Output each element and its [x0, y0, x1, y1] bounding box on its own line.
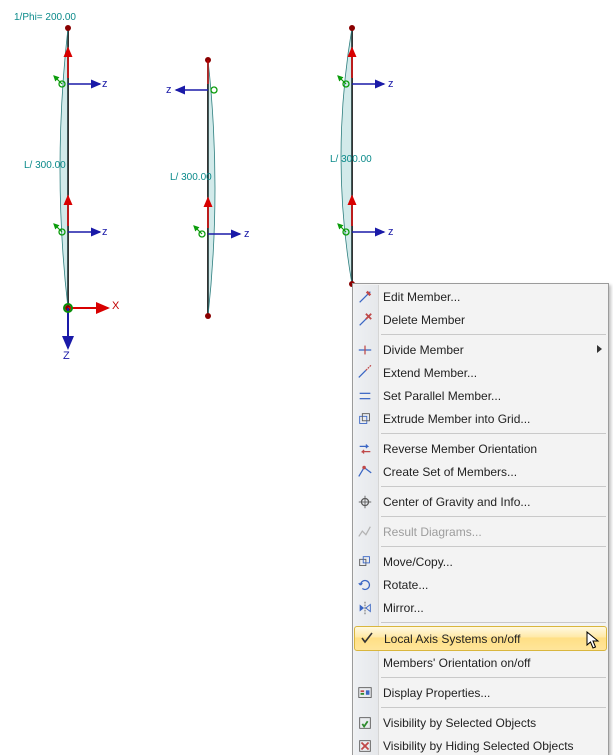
menu-item-extrude[interactable]: Extrude Member into Grid... — [353, 407, 608, 430]
displayprops-icon — [356, 684, 374, 702]
menu-separator — [381, 334, 606, 335]
divide-icon — [356, 341, 374, 359]
dim-label-l3: L/ 300.00 — [330, 154, 372, 165]
menu-item-label: Visibility by Hiding Selected Objects — [383, 739, 574, 753]
cursor-icon — [586, 631, 602, 651]
menu-item-label: Local Axis Systems on/off — [384, 632, 521, 646]
menu-item-label: Extrude Member into Grid... — [383, 412, 530, 426]
axis-z4: z — [244, 228, 250, 240]
extrude-icon — [356, 410, 374, 428]
menu-item-label: Members' Orientation on/off — [383, 656, 530, 670]
check-icon — [361, 632, 373, 644]
menu-item-reverse[interactable]: Reverse Member Orientation — [353, 437, 608, 460]
menu-item-label: Edit Member... — [383, 290, 460, 304]
axis-global-x: X — [112, 300, 119, 312]
visbyhide-icon — [356, 737, 374, 755]
menu-separator — [381, 516, 606, 517]
menu-item-label: Result Diagrams... — [383, 525, 482, 539]
axis-z6: z — [388, 226, 394, 238]
member-2[interactable] — [176, 57, 240, 319]
menu-item-label: Divide Member — [383, 343, 464, 357]
menu-separator — [381, 707, 606, 708]
menu-item-label: Set Parallel Member... — [383, 389, 501, 403]
member-context-menu[interactable]: Edit Member... Delete Member Divide Member… — [352, 283, 609, 755]
result-icon — [356, 523, 374, 541]
axis-z1: z — [102, 78, 108, 90]
menu-item-visbyhide[interactable]: Visibility by Hiding Selected Objects — [353, 734, 608, 755]
menu-item-visbysel[interactable]: Visibility by Selected Objects — [353, 711, 608, 734]
menu-item-delete-member[interactable]: Delete Member — [353, 308, 608, 331]
menu-item-mirror[interactable]: Mirror... — [353, 596, 608, 619]
menu-item-label: Mirror... — [383, 601, 424, 615]
global-axis-icon — [64, 304, 108, 348]
menu-item-label: Extend Member... — [383, 366, 477, 380]
chevron-right-icon — [597, 345, 602, 353]
menu-item-divide-member[interactable]: Divide Member — [353, 338, 608, 361]
menu-item-label: Rotate... — [383, 578, 428, 592]
edit-member-icon — [356, 288, 374, 306]
menu-separator — [381, 486, 606, 487]
menu-item-label: Display Properties... — [383, 686, 490, 700]
menu-separator — [381, 622, 606, 623]
parallel-icon — [356, 387, 374, 405]
menu-item-rotate[interactable]: Rotate... — [353, 573, 608, 596]
menu-item-label: Create Set of Members... — [383, 465, 517, 479]
dim-label-phi: 1/Phi= 200.00 — [14, 12, 76, 23]
reverse-icon — [356, 440, 374, 458]
menu-item-label: Visibility by Selected Objects — [383, 716, 536, 730]
axis-z3: z — [166, 84, 172, 96]
dim-label-l1: L/ 300.00 — [24, 160, 66, 171]
movecopy-icon — [356, 553, 374, 571]
menu-separator — [381, 433, 606, 434]
menu-item-extend-member[interactable]: Extend Member... — [353, 361, 608, 384]
member-1[interactable] — [54, 25, 108, 348]
menu-item-set-parallel[interactable]: Set Parallel Member... — [353, 384, 608, 407]
rotate-icon — [356, 576, 374, 594]
menu-item-cog[interactable]: Center of Gravity and Info... — [353, 490, 608, 513]
visbysel-icon — [356, 714, 374, 732]
menu-item-result: Result Diagrams... — [353, 520, 608, 543]
mirror-icon — [356, 599, 374, 617]
menu-item-label: Move/Copy... — [383, 555, 453, 569]
menu-item-displayprops[interactable]: Display Properties... — [353, 681, 608, 704]
menu-item-localaxis[interactable]: Local Axis Systems on/off — [354, 626, 607, 651]
extend-icon — [356, 364, 374, 382]
axis-global-z: Z — [63, 350, 70, 362]
delete-member-icon — [356, 311, 374, 329]
axis-z2: z — [102, 226, 108, 238]
menu-item-membersorient[interactable]: Members' Orientation on/off — [353, 651, 608, 674]
dim-label-l2: L/ 300.00 — [170, 172, 212, 183]
menu-item-movecopy[interactable]: Move/Copy... — [353, 550, 608, 573]
menu-item-createset[interactable]: Create Set of Members... — [353, 460, 608, 483]
menu-item-edit-member[interactable]: Edit Member... — [353, 285, 608, 308]
menu-item-label: Delete Member — [383, 313, 465, 327]
menu-separator — [381, 677, 606, 678]
menu-item-label: Reverse Member Orientation — [383, 442, 537, 456]
createset-icon — [356, 463, 374, 481]
axis-z5: z — [388, 78, 394, 90]
cog-icon — [356, 493, 374, 511]
menu-item-label: Center of Gravity and Info... — [383, 495, 530, 509]
menu-separator — [381, 546, 606, 547]
